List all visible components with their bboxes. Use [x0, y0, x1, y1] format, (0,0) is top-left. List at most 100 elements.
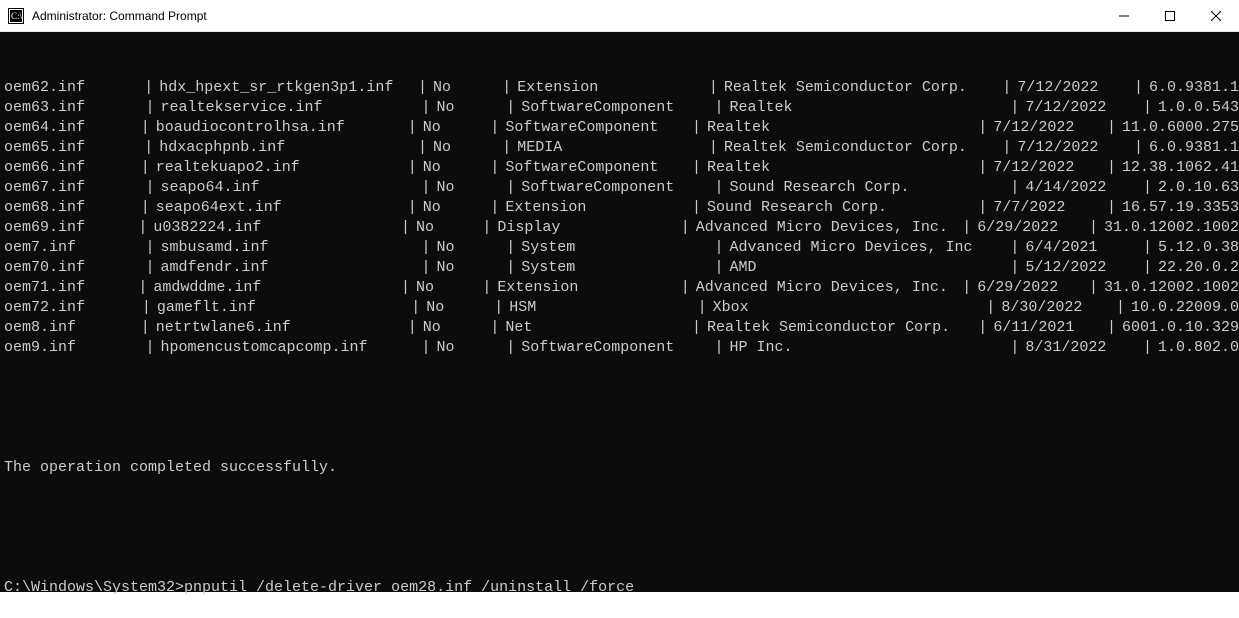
column-separator: | [708, 238, 729, 258]
column-separator: | [135, 158, 156, 178]
column-separator: | [980, 298, 1001, 318]
column-separator: | [139, 338, 160, 358]
col-date: 8/30/2022 [1001, 298, 1110, 318]
column-separator: | [703, 78, 724, 98]
column-separator: | [415, 178, 436, 198]
maximize-button[interactable] [1147, 0, 1193, 31]
column-separator: | [675, 278, 696, 298]
column-separator: | [412, 138, 433, 158]
col-version: 1.0.802.0 [1158, 338, 1239, 358]
col-provider: Xbox [713, 298, 981, 318]
col-original-name: realtekservice.inf [160, 98, 415, 118]
terminal-body[interactable]: oem62.inf|hdx_hpext_sr_rtkgen3p1.inf|No|… [0, 32, 1239, 592]
col-version: 6.0.9381.1 [1149, 78, 1239, 98]
status-message: The operation completed successfully. [0, 458, 1239, 478]
col-published-name: oem65.inf [0, 138, 138, 158]
cmd-icon: C:\ [8, 8, 24, 24]
col-provider: HP Inc. [730, 338, 1005, 358]
column-separator: | [138, 138, 159, 158]
table-row: oem67.inf|seapo64.inf|No|SoftwareCompone… [0, 178, 1239, 198]
col-version: 2.0.10.63 [1158, 178, 1239, 198]
col-date: 4/14/2022 [1025, 178, 1137, 198]
table-row: oem68.inf|seapo64ext.inf|No|Extension|So… [0, 198, 1239, 218]
column-separator: | [488, 298, 509, 318]
col-version: 31.0.12002.1002 [1104, 218, 1239, 238]
column-separator: | [1004, 338, 1025, 358]
prompt-command[interactable]: pnputil /delete-driver oem28.inf /uninst… [184, 578, 634, 598]
col-provider: Advanced Micro Devices, Inc. [696, 278, 956, 298]
window-titlebar: C:\ Administrator: Command Prompt [0, 0, 1239, 32]
col-date: 7/12/2022 [1017, 78, 1128, 98]
column-separator: | [395, 218, 416, 238]
column-separator: | [686, 118, 707, 138]
table-row: oem71.inf|amdwddme.inf|No|Extension|Adva… [0, 278, 1239, 298]
column-separator: | [135, 118, 156, 138]
col-original-name: amdfendr.inf [160, 258, 415, 278]
column-separator: | [996, 138, 1017, 158]
column-separator: | [496, 138, 517, 158]
col-published-name: oem64.inf [0, 118, 135, 138]
column-separator: | [1083, 218, 1104, 238]
column-separator: | [138, 78, 159, 98]
column-separator: | [496, 78, 517, 98]
col-provider: Realtek Semiconductor Corp. [724, 78, 997, 98]
col-original-name: realtekuapo2.inf [156, 158, 402, 178]
column-separator: | [1101, 318, 1122, 338]
col-original-name: gameflt.inf [157, 298, 405, 318]
col-inbox: No [426, 298, 488, 318]
column-separator: | [402, 158, 423, 178]
col-original-name: smbusamd.inf [160, 238, 415, 258]
table-row: oem66.inf|realtekuapo2.inf|No|SoftwareCo… [0, 158, 1239, 178]
table-row: oem64.inf|boaudiocontrolhsa.inf|No|Softw… [0, 118, 1239, 138]
col-class-name: System [521, 238, 708, 258]
column-separator: | [972, 118, 993, 138]
col-date: 5/12/2022 [1025, 258, 1137, 278]
col-published-name: oem66.inf [0, 158, 135, 178]
col-class-name: Extension [505, 198, 686, 218]
col-class-name: Extension [497, 278, 674, 298]
column-separator: | [1110, 298, 1131, 318]
column-separator: | [415, 98, 436, 118]
col-class-name: SoftwareComponent [521, 338, 708, 358]
column-separator: | [956, 218, 977, 238]
minimize-button[interactable] [1101, 0, 1147, 31]
col-published-name: oem72.inf [0, 298, 136, 318]
column-separator: | [500, 338, 521, 358]
col-inbox: No [423, 118, 485, 138]
col-version: 12.38.1062.41 [1122, 158, 1239, 178]
col-inbox: No [436, 238, 500, 258]
table-row: oem70.inf|amdfendr.inf|No|System|AMD|5/1… [0, 258, 1239, 278]
col-published-name: oem71.inf [0, 278, 132, 298]
column-separator: | [972, 318, 993, 338]
column-separator: | [135, 198, 156, 218]
column-separator: | [972, 198, 993, 218]
col-original-name: seapo64ext.inf [156, 198, 402, 218]
col-provider: Realtek Semiconductor Corp. [707, 318, 972, 338]
close-button[interactable] [1193, 0, 1239, 31]
column-separator: | [686, 318, 707, 338]
col-version: 1.0.0.543 [1158, 98, 1239, 118]
column-separator: | [686, 158, 707, 178]
col-class-name: Display [497, 218, 674, 238]
column-separator: | [1137, 98, 1158, 118]
driver-table: oem62.inf|hdx_hpext_sr_rtkgen3p1.inf|No|… [0, 78, 1239, 358]
column-separator: | [500, 238, 521, 258]
column-separator: | [1137, 238, 1158, 258]
col-inbox: No [436, 178, 500, 198]
blank-line [0, 398, 1239, 418]
column-separator: | [1137, 258, 1158, 278]
column-separator: | [956, 278, 977, 298]
column-separator: | [686, 198, 707, 218]
column-separator: | [415, 238, 436, 258]
column-separator: | [415, 338, 436, 358]
table-row: oem7.inf|smbusamd.inf|No|System|Advanced… [0, 238, 1239, 258]
column-separator: | [476, 278, 497, 298]
window-controls [1101, 0, 1239, 31]
table-row: oem69.inf|u0382224.inf|No|Display|Advanc… [0, 218, 1239, 238]
col-published-name: oem70.inf [0, 258, 139, 278]
column-separator: | [1137, 178, 1158, 198]
col-published-name: oem68.inf [0, 198, 135, 218]
column-separator: | [402, 118, 423, 138]
col-inbox: No [416, 278, 476, 298]
column-separator: | [484, 158, 505, 178]
